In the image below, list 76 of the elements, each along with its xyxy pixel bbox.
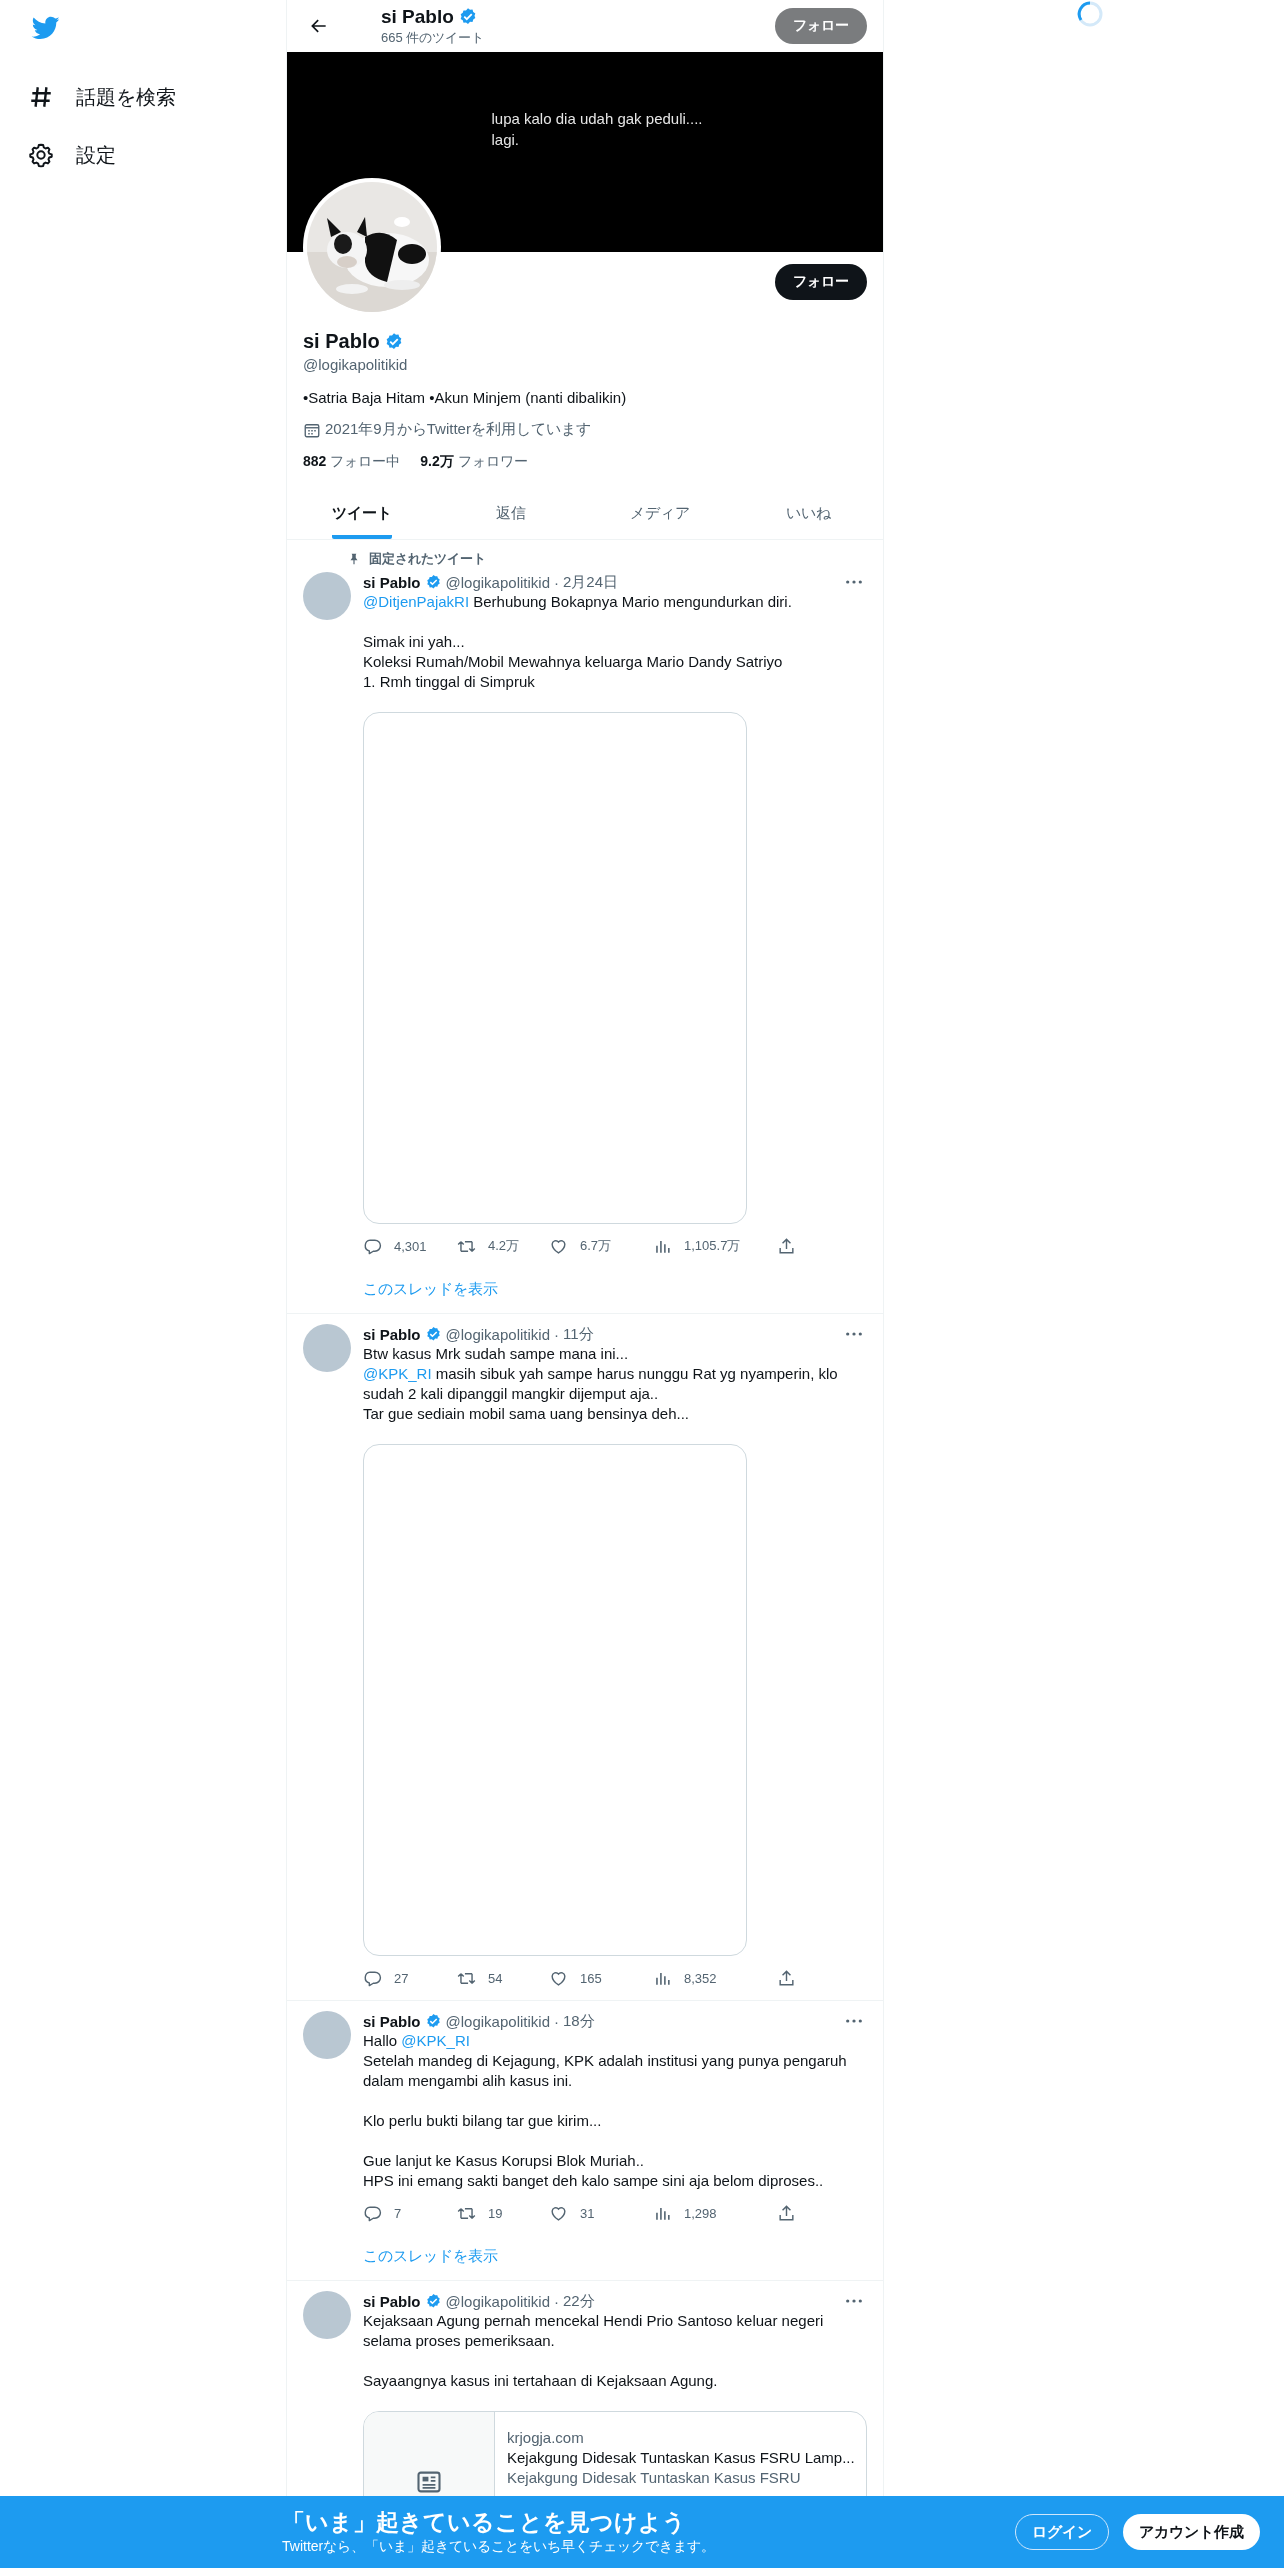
profile-tab[interactable]: メディア [585, 487, 734, 539]
tweet-time[interactable]: 2月24日 [563, 572, 618, 592]
view-count: 1,105.7万 [684, 1237, 741, 1255]
banner-text: lupa kalo dia udah gak peduli.... lagi. [491, 109, 703, 150]
tweet-text: Hallo @KPK_RI Setelah mandeg di Kejagung, KPK adalah institusi yang punya pengaruh dalam mengambi alih kasus ini. [363, 2031, 848, 2091]
separator-dot: · [554, 2292, 559, 2310]
tweet-time[interactable]: 18分 [563, 2011, 595, 2031]
like-count: 31 [580, 2205, 595, 2221]
more-icon[interactable] [845, 2018, 863, 2024]
share-icon[interactable] [777, 1236, 796, 1256]
tweet-text: @DitjenPajakRI Berhubung Bokapnya Mario mengundurkan diri. [363, 592, 793, 612]
author-name[interactable]: si Pablo [363, 2292, 421, 2310]
tweet-text: Gue lanjut ke Kasus Korupsi Blok Muriah.. HPS ini emang sakti banget deh kalo sampe sini aja belom diproses.. [363, 2151, 825, 2191]
share-icon[interactable] [777, 2203, 796, 2223]
followers-link[interactable]: 9.2万 フォロワー [420, 453, 528, 471]
profile-handle: @logikapolitikid [303, 356, 408, 373]
follow-button[interactable]: フォロー [775, 264, 867, 300]
author-name[interactable]: si Pablo [363, 2012, 421, 2030]
bird-logo-icon[interactable] [30, 14, 62, 42]
retweet-count: 4.2万 [488, 1237, 520, 1255]
like-count: 6.7万 [580, 1237, 612, 1255]
tweet-text: Simak ini yah... Koleksi Rumah/Mobil Mewahnya keluarga Mario Dandy Satriyo 1. Rmh tinggal di Simpruk [363, 632, 784, 692]
profile-tab[interactable]: ツイート [287, 487, 436, 539]
reply-icon[interactable] [363, 1968, 382, 1988]
link-title: Kejakgung Didesak Tuntaskan Kasus FSRU Lamp... [507, 2448, 854, 2468]
tweet-text: Sayaangnya kasus ini tertahaan di Kejaksaan Agung. [363, 2371, 719, 2391]
following-link[interactable]: 882 フォロー中 [303, 453, 401, 471]
tweet-text: Klo perlu bukti bilang tar gue kirim... [363, 2111, 603, 2131]
view-count: 8,352 [684, 1970, 717, 1986]
profile-title: si Pablo [381, 5, 454, 28]
profile-name: si Pablo [303, 330, 380, 353]
reply-count: 4,301 [394, 1238, 427, 1254]
joined-date: 2021年9月からTwitterを利用しています [325, 420, 591, 439]
verified-badge-icon [424, 2012, 442, 2030]
verified-badge-icon [424, 573, 442, 591]
verified-badge-icon [424, 2292, 442, 2310]
author-handle: @logikapolitikid [445, 2012, 550, 2030]
separator-dot: · [554, 1325, 559, 1343]
hashtag-icon [28, 84, 54, 110]
pinned-label: 固定されたツイート [369, 550, 486, 568]
like-count: 165 [580, 1970, 602, 1986]
reply-icon[interactable] [363, 2203, 382, 2223]
signup-button[interactable]: アカウント作成 [1123, 2514, 1260, 2550]
tweet-text: Kejaksaan Agung pernah mencekal Hendi Prio Santoso keluar negeri selama proses pemeriksaan. [363, 2311, 825, 2351]
profile-tab[interactable]: 返信 [436, 487, 585, 539]
reply-count: 7 [394, 2205, 402, 2221]
author-name[interactable]: si Pablo [363, 1325, 421, 1343]
nav-item[interactable]: 設定 [28, 126, 116, 184]
more-icon[interactable] [845, 1331, 863, 1337]
reply-count: 27 [394, 1970, 409, 1986]
tweet-time[interactable]: 22分 [563, 2291, 595, 2311]
nav-item[interactable]: 話題を検索 [28, 68, 176, 126]
more-icon[interactable] [845, 579, 863, 585]
tweet-count: 665 件のツイート [381, 28, 486, 47]
profile-tab[interactable]: いいね [734, 487, 883, 539]
tweet-text: Btw kasus Mrk sudah sampe mana ini... @KPK_RI masih sibuk yah sampe harus nunggu Rat yg nyamperin, klo sudah 2 kali dipanggil mangkir dijemput aja.. Tar gue sediain mobil sama uang bensinya deh... [363, 1344, 839, 1424]
share-icon[interactable] [777, 1968, 796, 1988]
verified-badge-icon [424, 1325, 442, 1343]
tweet-time[interactable]: 11分 [563, 1324, 594, 1344]
retweet-count: 54 [488, 1970, 503, 1986]
author-name[interactable]: si Pablo [363, 573, 421, 591]
author-handle: @logikapolitikid [445, 2292, 550, 2310]
reply-icon[interactable] [363, 1236, 382, 1256]
follow-button[interactable]: フォロー [775, 8, 867, 44]
author-handle: @logikapolitikid [445, 573, 550, 591]
separator-dot: · [554, 2012, 559, 2030]
link-description: Kejakgung Didesak Tuntaskan Kasus FSRU [507, 2468, 802, 2488]
more-icon[interactable] [845, 2298, 863, 2304]
retweet-count: 19 [488, 2205, 503, 2221]
link-domain: krjogja.com [507, 2428, 585, 2448]
loading-spinner-icon [1076, 0, 1104, 28]
profile-bio: •Satria Baja Hitam •Akun Minjem (nanti dibalikin) [303, 389, 627, 406]
settings-icon [28, 142, 54, 168]
view-count: 1,298 [684, 2205, 717, 2221]
separator-dot: · [554, 573, 559, 591]
author-handle: @logikapolitikid [445, 1325, 550, 1343]
